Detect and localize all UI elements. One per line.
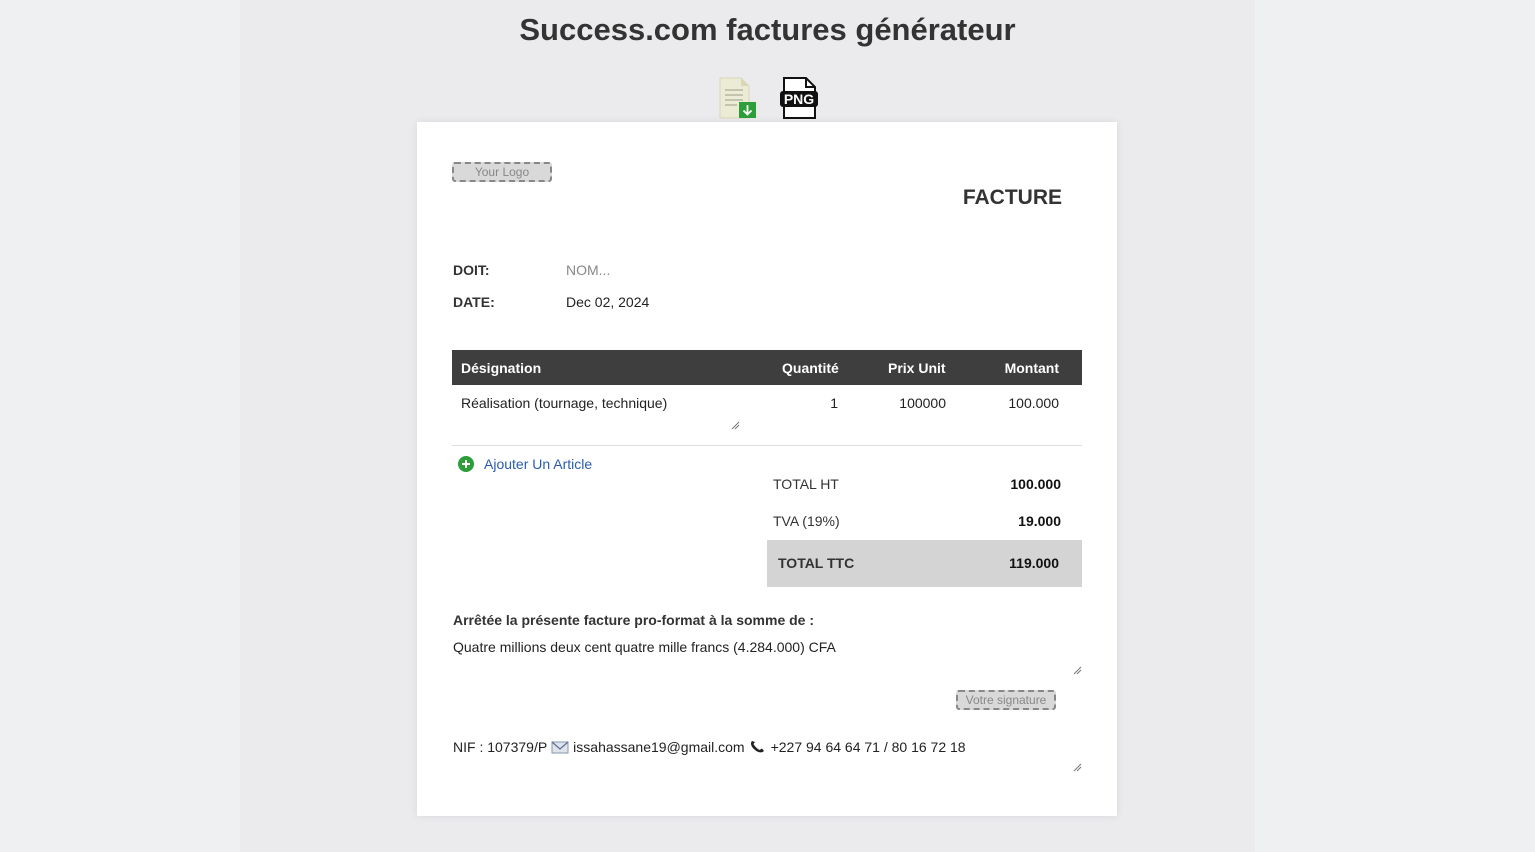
signature-upload[interactable]: Votre signature: [956, 690, 1056, 710]
sum-in-words-text: Quatre millions deux cent quatre mille f…: [453, 639, 836, 655]
invoice-sheet: Your Logo FACTURE DOIT: NOM... DATE: Dec…: [417, 122, 1117, 816]
total-ht-label: TOTAL HT: [773, 476, 839, 492]
plus-circle-icon: [458, 456, 474, 472]
add-article-button[interactable]: Ajouter Un Article: [458, 456, 592, 472]
table-row: Réalisation (tournage, technique) 1 1000…: [452, 385, 1082, 446]
column-prix-unit: Prix Unit: [888, 360, 946, 376]
total-ht-value: 100.000: [1010, 476, 1061, 492]
total-ttc-box: TOTAL TTC 119.000: [767, 540, 1082, 587]
column-quantite: Quantité: [782, 360, 839, 376]
total-ttc-value: 119.000: [1009, 555, 1059, 571]
sum-heading: Arrêtée la présente facture pro-format à…: [453, 612, 815, 628]
resize-grip-icon[interactable]: [731, 421, 740, 430]
date-input[interactable]: Dec 02, 2024: [566, 294, 649, 310]
column-montant: Montant: [1004, 360, 1059, 376]
items-table-header: Désignation Quantité Prix Unit Montant: [452, 350, 1082, 385]
tva-label: TVA (19%): [773, 513, 840, 529]
invoice-title: FACTURE: [962, 186, 1062, 209]
footer-nif: NIF : 107379/P: [453, 739, 548, 755]
png-label: PNG: [784, 91, 814, 107]
footer-textarea[interactable]: NIF : 107379/P issahassane19@gmail.com +…: [453, 739, 1082, 772]
phone-icon: [750, 741, 764, 753]
png-file-icon[interactable]: PNG: [779, 77, 819, 119]
tva-value: 19.000: [1018, 513, 1061, 529]
download-document-icon[interactable]: [717, 77, 757, 119]
footer-email: issahassane19@gmail.com: [573, 739, 745, 755]
doit-label: DOIT:: [453, 262, 490, 278]
item-designation-input[interactable]: Réalisation (tournage, technique): [461, 395, 667, 411]
column-designation: Désignation: [461, 360, 542, 376]
item-prix-unit-input[interactable]: 100000: [899, 395, 946, 411]
sum-in-words-textarea[interactable]: Quatre millions deux cent quatre mille f…: [453, 639, 1082, 675]
total-ttc-label: TOTAL TTC: [778, 555, 855, 571]
client-name-input[interactable]: NOM...: [566, 262, 610, 278]
export-toolbar: PNG: [717, 77, 819, 119]
item-montant: 100.000: [1008, 395, 1059, 411]
add-article-label: Ajouter Un Article: [484, 456, 593, 472]
footer-phone: +227 94 64 64 71 / 80 16 72 18: [770, 739, 966, 755]
resize-grip-icon[interactable]: [1073, 666, 1082, 675]
item-quantite-input[interactable]: 1: [830, 395, 838, 411]
app-title: Success.com factures générateur: [519, 12, 1016, 47]
envelope-icon: [551, 741, 569, 754]
date-label: DATE:: [453, 294, 495, 310]
logo-upload[interactable]: Your Logo: [452, 162, 552, 182]
resize-grip-icon[interactable]: [1073, 763, 1082, 772]
